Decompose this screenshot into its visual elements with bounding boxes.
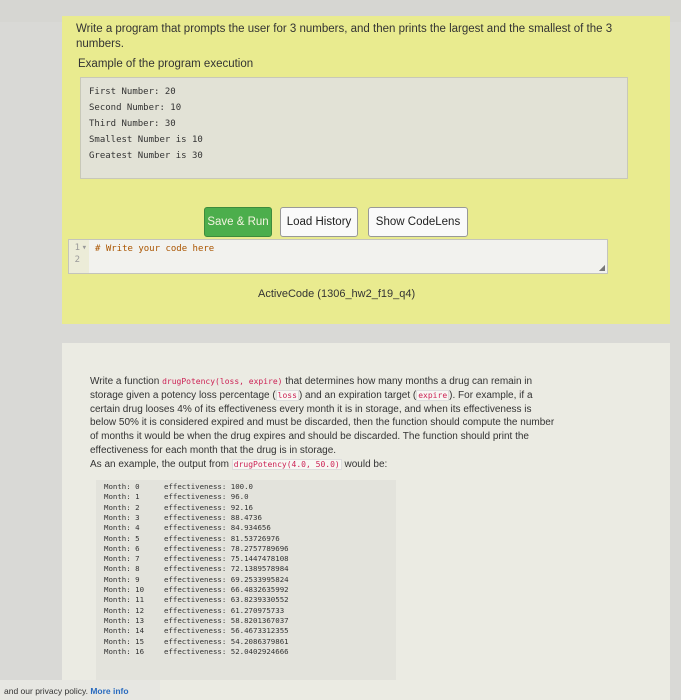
expire-param: expire: [416, 389, 450, 401]
line-gutter: 1 ▾ 2: [69, 240, 89, 273]
example-line: Smallest Number is 10: [89, 135, 203, 145]
privacy-text: and our privacy policy.: [4, 686, 88, 696]
output-row: Month: 2 effectiveness: 92.16: [104, 502, 253, 512]
output-row: Month: 16 effectiveness: 52.0402924666: [104, 646, 289, 656]
cookie-notice: and our privacy policy. More info: [4, 686, 129, 696]
output-row: Month: 7 effectiveness: 75.1447478108: [104, 554, 289, 564]
line-number: 2: [74, 255, 80, 265]
code-editor[interactable]: 1 ▾ 2 # Write your code here ◢: [68, 239, 608, 274]
problem-prompt: Write a program that prompts the user fo…: [76, 23, 613, 50]
output-row: Month: 3 effectiveness: 88.4736: [104, 512, 262, 522]
function-signature: drugPotency(loss, expire): [162, 377, 283, 386]
output-row: Month: 14 effectiveness: 56.4673312355: [104, 626, 289, 636]
output-row: Month: 12 effectiveness: 61.270975733: [104, 605, 285, 615]
output-row: Month: 10 effectiveness: 66.4832635992: [104, 585, 289, 594]
example-line: Second Number: 10: [89, 103, 182, 113]
problem-description: Write a function drugPotency(loss, expir…: [90, 375, 560, 472]
example-prefix: As an example, the output from: [90, 458, 232, 470]
output-row: Month: 13 effectiveness: 58.8201367037: [104, 615, 289, 625]
output-row: Month: 1 effectiveness: 96.0: [104, 492, 249, 502]
sample-output-box: Month: 0 effectiveness: 100.0 Month: 1 eff…: [96, 480, 396, 680]
output-row: Month: 9 effectiveness: 69.2533995824: [104, 574, 289, 584]
activecode-caption: ActiveCode (1306_hw2_f19_q4): [258, 288, 416, 300]
output-row: Month: 15 effectiveness: 54.2086379861: [104, 636, 289, 646]
save-run-button[interactable]: Save & Run: [204, 207, 272, 237]
output-row: Month: 5 effectiveness: 81.53726976: [104, 533, 280, 543]
example-call: drugPotency(4.0, 50.0): [231, 458, 342, 470]
desc-text: Write a function: [90, 376, 163, 387]
problem-panel-drug-potency: Write a function drugPotency(loss, expir…: [62, 343, 670, 700]
load-history-button[interactable]: Load History: [280, 207, 358, 237]
output-row: Month: 8 effectiveness: 72.1389578984: [104, 564, 289, 574]
example-line: First Number: 20: [89, 87, 176, 97]
example-line: Third Number: 30: [89, 119, 176, 129]
example-line: Greatest Number is 30: [89, 151, 203, 161]
line-number: 1: [74, 243, 80, 253]
fold-marker-icon[interactable]: ▾: [82, 243, 87, 253]
show-codelens-button[interactable]: Show CodeLens: [368, 207, 468, 237]
example-output-box: First Number: 20 Second Number: 10 Third…: [80, 77, 628, 179]
resize-handle-icon[interactable]: ◢: [599, 263, 605, 272]
example-heading: Example of the program execution: [78, 58, 254, 70]
loss-param: loss: [275, 389, 299, 401]
example-suffix: would be:: [341, 458, 388, 470]
output-row: Month: 6 effectiveness: 78.2757789696: [104, 543, 289, 553]
output-row: Month: 4 effectiveness: 84.934656: [104, 523, 271, 533]
code-comment[interactable]: # Write your code here: [95, 244, 214, 254]
output-row: Month: 11 effectiveness: 63.8239330552: [104, 595, 289, 605]
desc-text: ) and an expiration target (: [298, 389, 417, 401]
more-info-link[interactable]: More info: [90, 686, 128, 696]
activecode-panel-q4: Write a program that prompts the user fo…: [62, 16, 670, 324]
output-row: Month: 0 effectiveness: 100.0: [104, 482, 253, 491]
